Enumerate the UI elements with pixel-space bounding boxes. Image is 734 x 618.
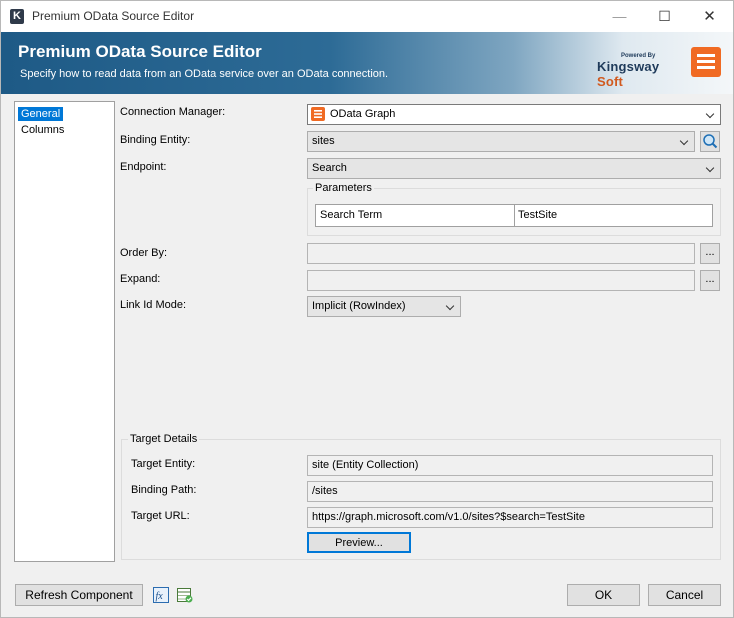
expand-field[interactable]: [307, 270, 695, 291]
svg-text:fx: fx: [156, 591, 164, 602]
window-title: Premium OData Source Editor: [32, 9, 195, 23]
ok-button[interactable]: OK: [567, 584, 640, 606]
parameter-name-cell: Search Term: [316, 205, 515, 226]
endpoint-label: Endpoint:: [120, 161, 167, 173]
chevron-down-icon: [680, 132, 690, 151]
order-by-label: Order By:: [120, 247, 168, 259]
order-by-field[interactable]: [307, 243, 695, 264]
search-icon: [703, 134, 718, 149]
chevron-down-icon: [706, 159, 716, 178]
chevron-down-icon: [446, 297, 456, 316]
target-entity-label: Target Entity:: [131, 458, 196, 470]
binding-entity-label: Binding Entity:: [120, 134, 191, 146]
connection-manager-label: Connection Manager:: [120, 106, 226, 118]
maximize-button[interactable]: ☐: [642, 1, 687, 32]
refresh-component-button[interactable]: Refresh Component: [15, 584, 143, 606]
target-url-field: https://graph.microsoft.com/v1.0/sites?$…: [307, 507, 713, 528]
endpoint-value: Search: [312, 162, 347, 174]
component-logo-icon: [691, 47, 721, 77]
odata-connection-icon: [311, 107, 325, 121]
parameters-grid[interactable]: Search Term TestSite: [315, 204, 713, 227]
binding-path-label: Binding Path:: [131, 484, 197, 496]
link-id-mode-value: Implicit (RowIndex): [312, 300, 406, 312]
banner-title: Premium OData Source Editor: [18, 42, 262, 61]
target-entity-field: site (Entity Collection): [307, 455, 713, 476]
brand-name: Kingsway Soft: [597, 59, 689, 89]
expand-ellipsis-button[interactable]: ...: [700, 270, 720, 291]
nav-item-columns[interactable]: Columns: [18, 123, 67, 137]
header-banner: Premium OData Source Editor Specify how …: [1, 32, 733, 94]
editor-window: K Premium OData Source Editor — ☐ ✕ Prem…: [0, 0, 734, 618]
binding-entity-select[interactable]: sites: [307, 131, 695, 152]
endpoint-select[interactable]: Search: [307, 158, 721, 179]
app-icon: K: [10, 9, 24, 24]
brand-name-suffix: Soft: [597, 74, 624, 89]
expression-fx-icon[interactable]: fx: [153, 587, 169, 603]
brand-name-main: Kingsway: [597, 59, 660, 74]
title-bar[interactable]: K Premium OData Source Editor — ☐ ✕: [1, 1, 733, 32]
parameter-value-cell[interactable]: TestSite: [515, 205, 712, 226]
binding-path-field: /sites: [307, 481, 713, 502]
expand-label: Expand:: [120, 273, 161, 285]
connection-manager-value: OData Graph: [330, 108, 396, 120]
target-details-title: Target Details: [128, 433, 200, 445]
kingswaysoft-logo: Powered By Kingsway Soft: [597, 49, 689, 89]
nav-item-general[interactable]: General: [18, 107, 64, 121]
connection-manager-select[interactable]: OData Graph: [307, 104, 721, 125]
target-url-label: Target URL:: [131, 510, 190, 522]
cancel-button[interactable]: Cancel: [648, 584, 721, 606]
parameters-title: Parameters: [313, 182, 374, 194]
banner-subtitle: Specify how to read data from an OData s…: [20, 68, 389, 80]
order-by-ellipsis-button[interactable]: ...: [700, 243, 720, 264]
close-button[interactable]: ✕: [687, 1, 732, 32]
minimize-button[interactable]: —: [597, 1, 642, 32]
browse-entity-button[interactable]: [700, 131, 720, 152]
chevron-down-icon: [706, 105, 716, 124]
link-id-mode-select[interactable]: Implicit (RowIndex): [307, 296, 461, 317]
binding-entity-value: sites: [312, 135, 335, 147]
page-nav-list: General Columns: [14, 101, 115, 562]
link-id-mode-label: Link Id Mode:: [120, 299, 187, 311]
preview-button[interactable]: Preview...: [307, 532, 411, 553]
variables-table-icon[interactable]: [177, 587, 193, 603]
